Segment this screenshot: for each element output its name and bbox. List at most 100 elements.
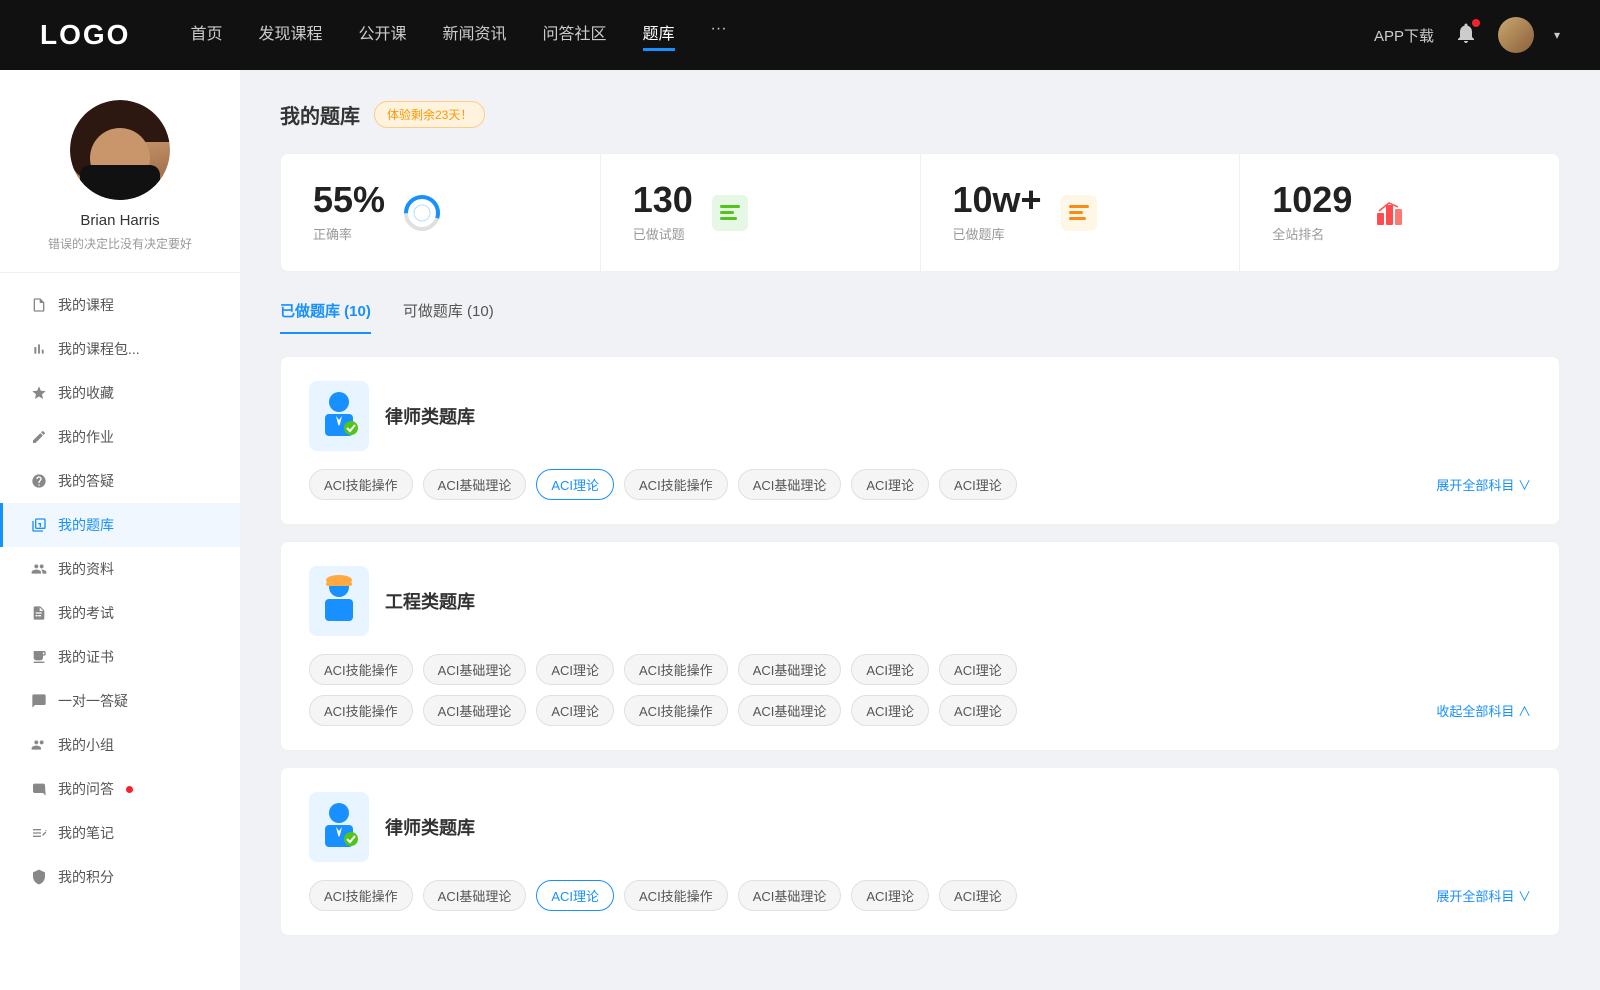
sidebar-item-profile[interactable]: 我的资料 [0, 547, 240, 591]
expand-link-lawyer-2[interactable]: 展开全部科目 ∨ [1436, 886, 1531, 905]
sidebar-item-course-pack[interactable]: 我的课程包... [0, 327, 240, 371]
tag-item[interactable]: ACI基础理论 [738, 695, 842, 726]
sidebar-item-homework[interactable]: 我的作业 [0, 415, 240, 459]
stat-value-banks: 10w+ [953, 182, 1042, 218]
nav-news[interactable]: 新闻资讯 [443, 20, 507, 51]
bank-tags-lawyer-2: ACI技能操作 ACI基础理论 ACI理论 ACI技能操作 ACI基础理论 AC… [309, 880, 1531, 911]
menu-label-exam: 我的考试 [58, 603, 114, 623]
tag-item[interactable]: ACI技能操作 [624, 469, 728, 500]
main-content: 我的题库 体验剩余23天！ 55% 正确率 [240, 70, 1600, 990]
tag-item[interactable]: ACI技能操作 [309, 654, 413, 685]
sidebar-item-bank[interactable]: 我的题库 [0, 503, 240, 547]
sidebar: Brian Harris 错误的决定比没有决定要好 我的课程 我的课程包... [0, 70, 240, 990]
main-layout: Brian Harris 错误的决定比没有决定要好 我的课程 我的课程包... [0, 70, 1600, 990]
stats-row: 55% 正确率 130 已做试题 [280, 153, 1560, 272]
bank-title-lawyer-2: 律师类题库 [385, 814, 475, 840]
menu-label-certificate: 我的证书 [58, 647, 114, 667]
bank-card-engineer: 工程类题库 ACI技能操作 ACI基础理论 ACI理论 ACI技能操作 ACI基… [280, 541, 1560, 751]
tag-item[interactable]: ACI理论 [851, 695, 929, 726]
tag-item[interactable]: ACI基础理论 [738, 469, 842, 500]
bank-card-lawyer-2: 律师类题库 ACI技能操作 ACI基础理论 ACI理论 ACI技能操作 ACI基… [280, 767, 1560, 936]
menu-label-favorites: 我的收藏 [58, 383, 114, 403]
nav-open-course[interactable]: 公开课 [358, 20, 406, 51]
stat-value-rate: 55% [313, 182, 385, 218]
bank-tags-engineer-row2: ACI技能操作 ACI基础理论 ACI理论 ACI技能操作 ACI基础理论 AC… [309, 695, 1531, 726]
app-download-link[interactable]: APP下载 [1374, 25, 1434, 46]
top-navigation: LOGO 首页 发现课程 公开课 新闻资讯 问答社区 题库 ··· APP下载 … [0, 0, 1600, 70]
tag-item[interactable]: ACI技能操作 [309, 880, 413, 911]
tag-item[interactable]: ACI理论 [939, 880, 1017, 911]
menu-label-notes: 我的笔记 [58, 823, 114, 843]
tag-item[interactable]: ACI技能操作 [309, 469, 413, 500]
sidebar-item-certificate[interactable]: 我的证书 [0, 635, 240, 679]
doc-icon [30, 604, 48, 622]
tag-item[interactable]: ACI基础理论 [423, 469, 527, 500]
list-green-icon [709, 192, 751, 234]
nav-links: 首页 发现课程 公开课 新闻资讯 问答社区 题库 ··· [190, 20, 1374, 51]
user-dropdown-arrow[interactable]: ▾ [1554, 28, 1560, 42]
profile-motto: 错误的决定比没有决定要好 [48, 235, 192, 252]
sidebar-item-exam[interactable]: 我的考试 [0, 591, 240, 635]
sidebar-item-favorites[interactable]: 我的收藏 [0, 371, 240, 415]
sidebar-item-group[interactable]: 我的小组 [0, 723, 240, 767]
nav-discover[interactable]: 发现课程 [258, 20, 322, 51]
tag-item[interactable]: ACI基础理论 [423, 880, 527, 911]
stat-label-banks: 已做题库 [953, 224, 1042, 243]
tag-item[interactable]: ACI技能操作 [624, 695, 728, 726]
group-icon [30, 736, 48, 754]
bank-card-lawyer-1-header: 律师类题库 [309, 381, 1531, 451]
lawyer-bank-icon-1 [309, 381, 369, 451]
user-avatar[interactable] [1498, 17, 1534, 53]
nav-bank[interactable]: 题库 [643, 20, 675, 51]
tag-item[interactable]: ACI理论 [939, 695, 1017, 726]
tag-item[interactable]: ACI理论 [536, 695, 614, 726]
tag-item[interactable]: ACI理论 [939, 469, 1017, 500]
menu-label-points: 我的积分 [58, 867, 114, 887]
tag-item[interactable]: ACI理论 [851, 880, 929, 911]
bar-icon [30, 340, 48, 358]
tag-item-active[interactable]: ACI理论 [536, 469, 614, 500]
tag-item[interactable]: ACI基础理论 [738, 880, 842, 911]
bank-card-lawyer-1: 律师类题库 ACI技能操作 ACI基础理论 ACI理论 ACI技能操作 ACI基… [280, 356, 1560, 525]
tag-item[interactable]: ACI基础理论 [423, 695, 527, 726]
sidebar-item-qa[interactable]: 我的答疑 [0, 459, 240, 503]
nav-qa[interactable]: 问答社区 [543, 20, 607, 51]
tag-item[interactable]: ACI理论 [536, 654, 614, 685]
logo: LOGO [40, 19, 130, 51]
collapse-link-engineer[interactable]: 收起全部科目 ∧ [1436, 701, 1531, 720]
stat-done-questions: 130 已做试题 [601, 154, 921, 271]
menu-label-homework: 我的作业 [58, 427, 114, 447]
tag-item[interactable]: ACI技能操作 [309, 695, 413, 726]
sidebar-item-1on1[interactable]: 一对一答疑 [0, 679, 240, 723]
trial-badge: 体验剩余23天！ [374, 101, 485, 128]
tag-item-active[interactable]: ACI理论 [536, 880, 614, 911]
tag-item[interactable]: ACI理论 [939, 654, 1017, 685]
tag-item[interactable]: ACI理论 [851, 654, 929, 685]
tag-item[interactable]: ACI技能操作 [624, 654, 728, 685]
expand-link-lawyer-1[interactable]: 展开全部科目 ∨ [1436, 475, 1531, 494]
sidebar-item-points[interactable]: 我的积分 [0, 855, 240, 899]
nav-home[interactable]: 首页 [190, 20, 222, 51]
stat-value-rank: 1029 [1272, 182, 1352, 218]
qa-icon [30, 780, 48, 798]
tab-available-banks[interactable]: 可做题库 (10) [403, 300, 494, 333]
file-icon [30, 296, 48, 314]
bar-red-icon [1368, 192, 1410, 234]
cert-icon [30, 648, 48, 666]
nav-right: APP下载 ▾ [1374, 17, 1560, 53]
stat-value-questions: 130 [633, 182, 693, 218]
sidebar-item-my-qa[interactable]: 我的问答 [0, 767, 240, 811]
list-orange-icon [1058, 192, 1100, 234]
lawyer-bank-icon-2 [309, 792, 369, 862]
tag-item[interactable]: ACI技能操作 [624, 880, 728, 911]
sidebar-item-my-course[interactable]: 我的课程 [0, 283, 240, 327]
menu-label-1on1: 一对一答疑 [58, 691, 128, 711]
sidebar-item-notes[interactable]: 我的笔记 [0, 811, 240, 855]
tag-item[interactable]: ACI理论 [851, 469, 929, 500]
tag-item[interactable]: ACI基础理论 [423, 654, 527, 685]
nav-more[interactable]: ··· [711, 20, 727, 51]
tab-done-banks[interactable]: 已做题库 (10) [280, 300, 371, 333]
stat-correct-rate: 55% 正确率 [281, 154, 601, 271]
bell-icon[interactable] [1454, 21, 1478, 50]
tag-item[interactable]: ACI基础理论 [738, 654, 842, 685]
